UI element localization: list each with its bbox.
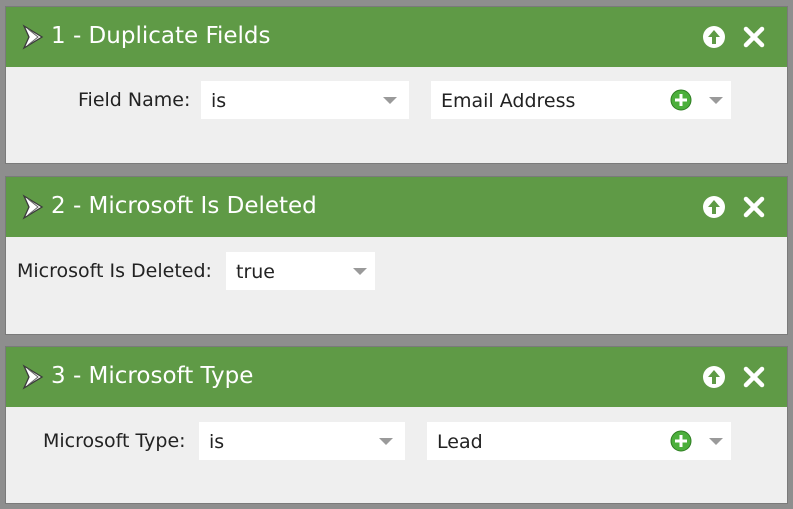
boolean-select[interactable]: true bbox=[226, 252, 375, 290]
chevron-down-icon bbox=[709, 97, 723, 104]
filter-title: 2 - Microsoft Is Deleted bbox=[51, 193, 317, 219]
microsoft-type-label: Microsoft Type: bbox=[43, 430, 186, 452]
filter-panel-3: 3 - Microsoft Type Microsoft Type: is Le… bbox=[5, 346, 788, 504]
plus-circle-icon[interactable] bbox=[670, 430, 692, 452]
filter-panel-2: 2 - Microsoft Is Deleted Microsoft Is De… bbox=[5, 176, 788, 335]
field-name-label: Field Name: bbox=[78, 89, 191, 111]
value-text: Lead bbox=[437, 431, 483, 453]
value-text: Email Address bbox=[441, 90, 576, 112]
filter-panel-1: 1 - Duplicate Fields Field Name: is Emai… bbox=[5, 6, 788, 164]
filter-header[interactable]: 2 - Microsoft Is Deleted bbox=[6, 177, 787, 237]
microsoft-is-deleted-label: Microsoft Is Deleted: bbox=[17, 260, 212, 282]
chevron-down-icon bbox=[353, 268, 367, 275]
boolean-value: true bbox=[236, 261, 275, 283]
operator-select[interactable]: is bbox=[201, 81, 409, 119]
chevron-down-icon bbox=[383, 97, 397, 104]
filter-title: 1 - Duplicate Fields bbox=[51, 23, 271, 49]
filter-header[interactable]: 3 - Microsoft Type bbox=[6, 347, 787, 407]
funnel-icon[interactable] bbox=[21, 194, 45, 220]
funnel-icon[interactable] bbox=[21, 364, 45, 390]
chevron-down-icon bbox=[709, 438, 723, 445]
chevron-down-icon bbox=[379, 438, 393, 445]
operator-value: is bbox=[209, 431, 225, 453]
value-select[interactable]: Lead bbox=[427, 422, 731, 460]
move-up-icon[interactable] bbox=[701, 24, 727, 50]
value-select[interactable]: Email Address bbox=[431, 81, 731, 119]
operator-select[interactable]: is bbox=[199, 422, 405, 460]
close-icon[interactable] bbox=[741, 24, 767, 50]
filter-title: 3 - Microsoft Type bbox=[51, 363, 254, 389]
move-up-icon[interactable] bbox=[701, 194, 727, 220]
operator-value: is bbox=[211, 90, 227, 112]
close-icon[interactable] bbox=[741, 364, 767, 390]
plus-circle-icon[interactable] bbox=[670, 89, 692, 111]
move-up-icon[interactable] bbox=[701, 364, 727, 390]
filter-header[interactable]: 1 - Duplicate Fields bbox=[6, 7, 787, 67]
close-icon[interactable] bbox=[741, 194, 767, 220]
funnel-icon[interactable] bbox=[21, 24, 45, 50]
